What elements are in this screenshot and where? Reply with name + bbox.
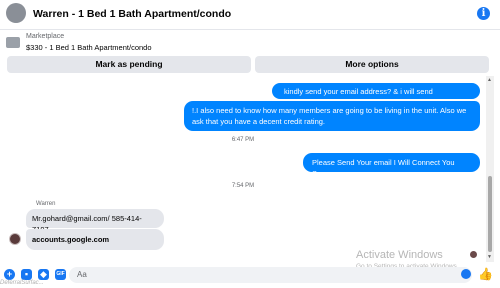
listing-source: Marketplace xyxy=(26,33,65,40)
incoming-message: Mr.gohard@gmail.com/ 585-414-7197 xyxy=(26,209,164,234)
outgoing-message: Please Send Your email I Will Connect Yo… xyxy=(303,153,480,178)
outgoing-message: !.I also need to know how many members a… xyxy=(184,101,480,131)
incoming-message-link[interactable]: accounts.google.com xyxy=(26,229,164,250)
chat-title[interactable]: Warren - 1 Bed 1 Bath Apartment/condo xyxy=(33,8,231,20)
message-timestamp: 7:54 PM xyxy=(231,183,255,189)
more-options-button[interactable]: More options xyxy=(255,56,489,73)
listing-thumbnail xyxy=(6,37,20,48)
marketplace-listing[interactable]: Marketplace $330 - 1 Bed 1 Bath Apartmen… xyxy=(0,31,500,53)
outgoing-message: kindly send your email address? & i will… xyxy=(272,83,480,107)
message-composer: + ▪ ◆ GIF Aa 👍 xyxy=(0,264,500,288)
mark-as-pending-button[interactable]: Mark as pending xyxy=(7,56,251,73)
listing-title: $330 - 1 Bed 1 Bath Apartment/condo xyxy=(26,43,152,52)
info-icon[interactable]: i xyxy=(477,7,490,20)
taskbar-label: DeferralSurfac... xyxy=(0,280,44,286)
sender-avatar xyxy=(9,233,21,245)
thread-scrollbar[interactable]: ▲ ▼ xyxy=(486,76,494,262)
camera-icon[interactable]: ▪ xyxy=(21,269,32,280)
chat-header: Warren - 1 Bed 1 Bath Apartment/condo i xyxy=(0,0,500,30)
scrollbar-thumb[interactable] xyxy=(488,176,492,252)
message-timestamp: 6:47 PM xyxy=(231,137,255,143)
like-icon[interactable]: 👍 xyxy=(478,267,493,281)
read-receipt-avatar xyxy=(470,251,477,258)
scroll-down-arrow-icon[interactable]: ▼ xyxy=(487,254,492,260)
plus-icon[interactable]: + xyxy=(4,269,15,280)
sticker-icon[interactable]: ◆ xyxy=(38,269,49,280)
emoji-icon[interactable] xyxy=(461,269,471,279)
windows-activation-title: Activate Windows xyxy=(356,249,443,261)
message-input-placeholder: Aa xyxy=(77,270,87,279)
scroll-up-arrow-icon[interactable]: ▲ xyxy=(487,77,492,83)
contact-avatar[interactable] xyxy=(6,3,26,23)
gif-icon[interactable]: GIF xyxy=(55,269,66,280)
message-thread: kindly send your email address? & i will… xyxy=(0,76,486,262)
message-input[interactable]: Aa xyxy=(69,267,472,283)
sender-name: Warren xyxy=(36,201,56,207)
